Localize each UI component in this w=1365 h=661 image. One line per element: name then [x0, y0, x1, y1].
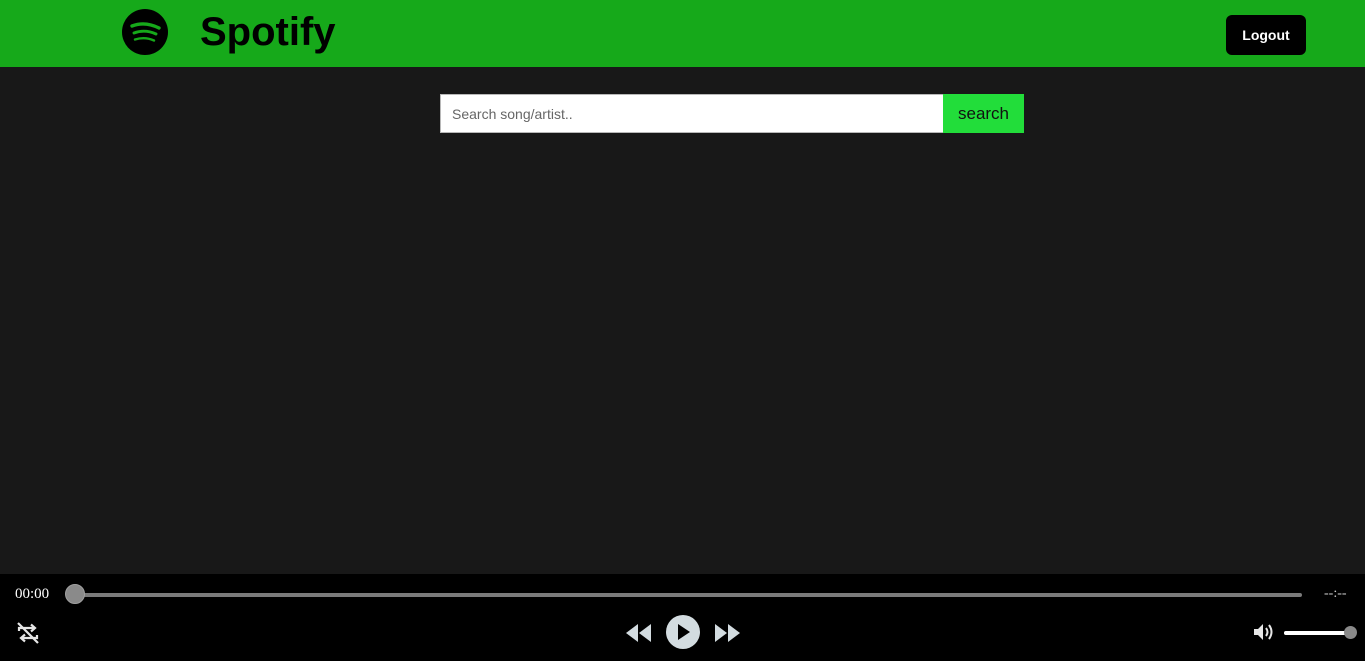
total-time: --:--: [1324, 586, 1347, 601]
search-input[interactable]: [440, 94, 944, 133]
progress-track[interactable]: [75, 593, 1302, 597]
repeat-off-icon: [17, 622, 39, 644]
search-button[interactable]: search: [943, 94, 1024, 133]
fast-forward-button[interactable]: [712, 622, 742, 644]
player-bar: 00:00 --:--: [0, 574, 1365, 661]
app-header: Spotify Logout: [0, 0, 1365, 67]
volume-icon: [1254, 624, 1273, 640]
current-time: 00:00: [15, 586, 50, 602]
rewind-icon: [626, 624, 651, 642]
play-button[interactable]: [666, 615, 700, 649]
volume-button[interactable]: [1252, 621, 1276, 643]
logout-button[interactable]: Logout: [1226, 15, 1306, 55]
rewind-button[interactable]: [624, 622, 654, 644]
fast-forward-icon: [715, 624, 740, 642]
spotify-logo-icon[interactable]: [122, 9, 168, 55]
volume-track[interactable]: [1284, 631, 1350, 635]
volume-fill: [1284, 631, 1350, 635]
progress-thumb[interactable]: [65, 584, 85, 604]
volume-thumb[interactable]: [1344, 626, 1357, 639]
play-icon: [678, 624, 690, 640]
repeat-button[interactable]: [14, 620, 42, 646]
brand-title: Spotify: [200, 10, 336, 54]
